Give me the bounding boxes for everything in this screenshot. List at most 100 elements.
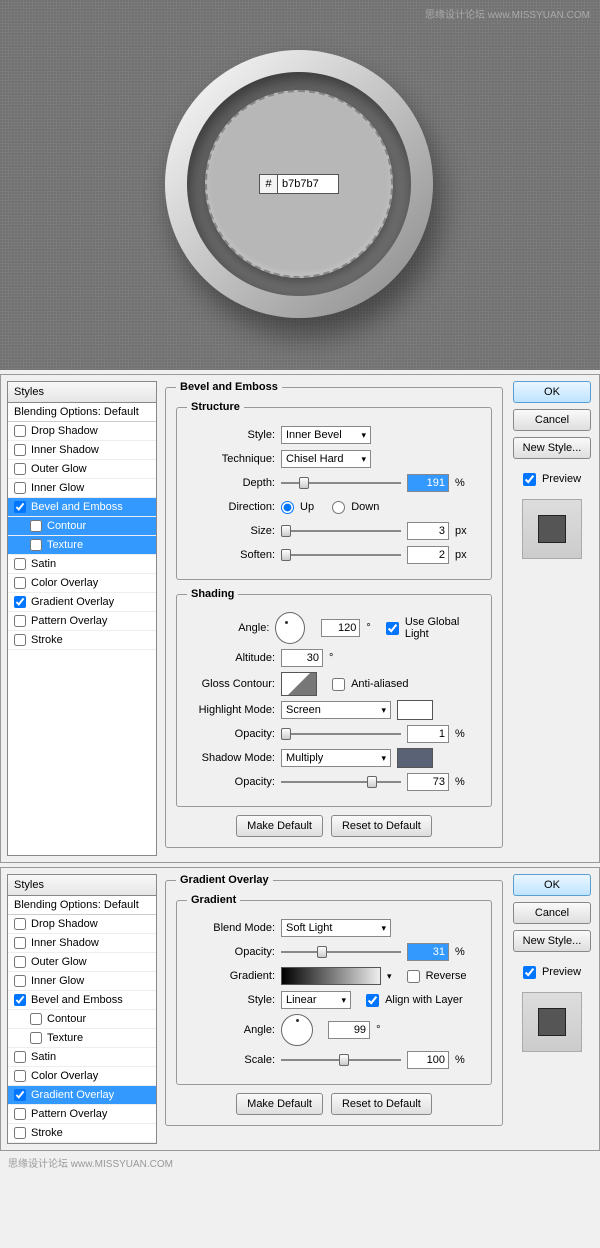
preview-swatch-2 bbox=[522, 992, 582, 1052]
style-satin[interactable]: Satin bbox=[8, 555, 156, 574]
technique-select[interactable]: Chisel Hard bbox=[281, 450, 371, 468]
preview-checkbox-2[interactable] bbox=[523, 966, 536, 979]
sh-opacity-input[interactable]: 73 bbox=[407, 773, 449, 791]
reset-default-button[interactable]: Reset to Default bbox=[331, 815, 432, 837]
style-outer-glow[interactable]: Outer Glow bbox=[8, 460, 156, 479]
style-gradient-overlay[interactable]: Gradient Overlay bbox=[8, 593, 156, 612]
shading-legend: Shading bbox=[187, 588, 238, 600]
depth-input[interactable]: 191 bbox=[407, 474, 449, 492]
hl-opacity-slider[interactable] bbox=[281, 727, 401, 741]
gloss-contour[interactable] bbox=[281, 672, 317, 696]
direction-up-radio[interactable] bbox=[281, 501, 294, 514]
style-select[interactable]: Inner Bevel bbox=[281, 426, 371, 444]
size-slider[interactable] bbox=[281, 524, 401, 538]
cancel-button-2[interactable]: Cancel bbox=[513, 902, 591, 924]
style-bevel-emboss-2[interactable]: Bevel and Emboss bbox=[8, 991, 156, 1010]
grad-style-label: Style: bbox=[187, 994, 275, 1006]
footer-watermark: 思缘设计论坛 www.MISSYUAN.COM bbox=[0, 1151, 600, 1174]
blending-options-2[interactable]: Blending Options: Default bbox=[8, 896, 156, 915]
style-inner-glow-2[interactable]: Inner Glow bbox=[8, 972, 156, 991]
soften-input[interactable]: 2 bbox=[407, 546, 449, 564]
opacity-input[interactable]: 31 bbox=[407, 943, 449, 961]
style-texture[interactable]: Texture bbox=[8, 536, 156, 555]
style-inner-glow[interactable]: Inner Glow bbox=[8, 479, 156, 498]
preview-checkbox[interactable] bbox=[523, 473, 536, 486]
soften-label: Soften: bbox=[187, 549, 275, 561]
styles-list-2: Styles Blending Options: Default Drop Sh… bbox=[7, 874, 157, 1144]
style-inner-shadow-2[interactable]: Inner Shadow bbox=[8, 934, 156, 953]
gradient-legend: Gradient bbox=[187, 894, 240, 906]
style-contour[interactable]: Contour bbox=[8, 517, 156, 536]
grad-angle-label: Angle: bbox=[187, 1024, 275, 1036]
shadow-color-swatch[interactable] bbox=[397, 748, 433, 768]
grad-angle-wheel[interactable] bbox=[281, 1014, 313, 1046]
direction-label: Direction: bbox=[187, 501, 275, 513]
direction-down-radio[interactable] bbox=[332, 501, 345, 514]
style-drop-shadow[interactable]: Drop Shadow bbox=[8, 422, 156, 441]
align-layer-checkbox[interactable] bbox=[366, 994, 379, 1007]
hex-value: b7b7b7 bbox=[278, 175, 338, 193]
blend-mode-select[interactable]: Soft Light bbox=[281, 919, 391, 937]
blending-options[interactable]: Blending Options: Default bbox=[8, 403, 156, 422]
style-color-overlay-2[interactable]: Color Overlay bbox=[8, 1067, 156, 1086]
reset-default-button-2[interactable]: Reset to Default bbox=[331, 1093, 432, 1115]
style-texture-2[interactable]: Texture bbox=[8, 1029, 156, 1048]
scale-input[interactable]: 100 bbox=[407, 1051, 449, 1069]
grad-style-select[interactable]: Linear bbox=[281, 991, 351, 1009]
gradient-settings: Gradient Overlay Gradient Blend Mode: Sof… bbox=[165, 874, 503, 1144]
gradient-overlay-title: Gradient Overlay bbox=[176, 874, 273, 886]
angle-input[interactable]: 120 bbox=[321, 619, 361, 637]
ok-button-2[interactable]: OK bbox=[513, 874, 591, 896]
global-light-checkbox[interactable] bbox=[386, 622, 399, 635]
highlight-mode-select[interactable]: Screen bbox=[281, 701, 391, 719]
shadow-mode-label: Shadow Mode: bbox=[187, 752, 275, 764]
style-inner-shadow[interactable]: Inner Shadow bbox=[8, 441, 156, 460]
style-bevel-emboss[interactable]: Bevel and Emboss bbox=[8, 498, 156, 517]
anti-aliased-checkbox[interactable] bbox=[332, 678, 345, 691]
style-gradient-overlay-2[interactable]: Gradient Overlay bbox=[8, 1086, 156, 1105]
shadow-mode-select[interactable]: Multiply bbox=[281, 749, 391, 767]
style-drop-shadow-2[interactable]: Drop Shadow bbox=[8, 915, 156, 934]
cancel-button[interactable]: Cancel bbox=[513, 409, 591, 431]
style-color-overlay[interactable]: Color Overlay bbox=[8, 574, 156, 593]
sh-opacity-label: Opacity: bbox=[187, 776, 275, 788]
altitude-label: Altitude: bbox=[187, 652, 275, 664]
gradient-picker[interactable] bbox=[281, 967, 381, 985]
make-default-button-2[interactable]: Make Default bbox=[236, 1093, 323, 1115]
size-input[interactable]: 3 bbox=[407, 522, 449, 540]
soften-slider[interactable] bbox=[281, 548, 401, 562]
style-outer-glow-2[interactable]: Outer Glow bbox=[8, 953, 156, 972]
dialog-buttons-2: OK Cancel New Style... Preview bbox=[511, 874, 593, 1144]
dialog-buttons: OK Cancel New Style... Preview bbox=[511, 381, 593, 856]
angle-wheel[interactable] bbox=[275, 612, 305, 644]
sh-opacity-slider[interactable] bbox=[281, 775, 401, 789]
blend-mode-label: Blend Mode: bbox=[187, 922, 275, 934]
style-pattern-overlay[interactable]: Pattern Overlay bbox=[8, 612, 156, 631]
hex-color-field[interactable]: # b7b7b7 bbox=[259, 174, 339, 194]
grad-angle-input[interactable]: 99 bbox=[328, 1021, 370, 1039]
style-stroke-2[interactable]: Stroke bbox=[8, 1124, 156, 1143]
new-style-button[interactable]: New Style... bbox=[513, 437, 591, 459]
structure-legend: Structure bbox=[187, 401, 244, 413]
altitude-input[interactable]: 30 bbox=[281, 649, 323, 667]
ok-button[interactable]: OK bbox=[513, 381, 591, 403]
reverse-checkbox[interactable] bbox=[407, 970, 420, 983]
gradient-label: Gradient: bbox=[187, 970, 275, 982]
style-satin-2[interactable]: Satin bbox=[8, 1048, 156, 1067]
hl-opacity-input[interactable]: 1 bbox=[407, 725, 449, 743]
style-contour-2[interactable]: Contour bbox=[8, 1010, 156, 1029]
layer-style-dialog-gradient: Styles Blending Options: Default Drop Sh… bbox=[0, 867, 600, 1151]
gloss-label: Gloss Contour: bbox=[187, 678, 275, 690]
style-stroke[interactable]: Stroke bbox=[8, 631, 156, 650]
new-style-button-2[interactable]: New Style... bbox=[513, 930, 591, 952]
depth-slider[interactable] bbox=[281, 476, 401, 490]
opacity-slider[interactable] bbox=[281, 945, 401, 959]
make-default-button[interactable]: Make Default bbox=[236, 815, 323, 837]
scale-label: Scale: bbox=[187, 1054, 275, 1066]
scale-slider[interactable] bbox=[281, 1053, 401, 1067]
hl-opacity-label: Opacity: bbox=[187, 728, 275, 740]
highlight-color-swatch[interactable] bbox=[397, 700, 433, 720]
design-canvas: 思缘设计论坛 www.MISSYUAN.COM # b7b7b7 bbox=[0, 0, 600, 370]
preview-swatch bbox=[522, 499, 582, 559]
style-pattern-overlay-2[interactable]: Pattern Overlay bbox=[8, 1105, 156, 1124]
